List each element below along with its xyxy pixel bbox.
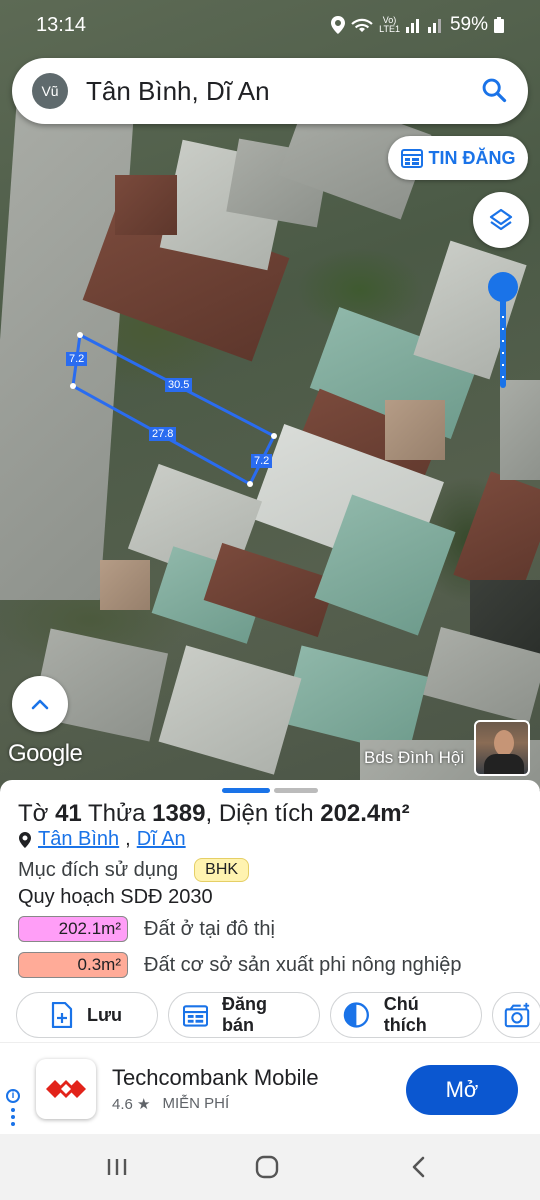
map-attribution: Bds Đình Hội bbox=[364, 748, 465, 767]
camera-button[interactable] bbox=[492, 992, 540, 1038]
search-icon[interactable] bbox=[480, 76, 508, 104]
signal-icon bbox=[405, 19, 419, 33]
search-query[interactable]: Tân Bình, Dĩ An bbox=[86, 76, 270, 107]
save-button[interactable]: Lưu bbox=[16, 992, 158, 1038]
battery-icon bbox=[494, 17, 504, 33]
legend-label: Chú thích bbox=[383, 994, 427, 1035]
parcel-vertex bbox=[271, 433, 277, 439]
parcel-title: Tờ 41 Thửa 1389, Diện tích 202.4m² bbox=[18, 800, 410, 828]
plan-label: Quy hoạch SDĐ 2030 bbox=[18, 886, 213, 908]
profile-thumbnail[interactable] bbox=[474, 720, 530, 776]
slider-tick bbox=[502, 340, 504, 342]
search-bar[interactable]: Vũ Tân Bình, Dĩ An bbox=[12, 58, 528, 124]
purpose-badge: BHK bbox=[194, 858, 250, 882]
techcombank-logo-icon bbox=[46, 1080, 86, 1098]
parcel-vertex bbox=[77, 332, 83, 338]
thua-value: 1389 bbox=[152, 800, 206, 827]
ward-link[interactable]: Tân Bình bbox=[38, 828, 119, 851]
zone-area: 202.1m² bbox=[18, 916, 128, 942]
layers-button[interactable] bbox=[473, 192, 529, 248]
add-photo-icon bbox=[504, 1002, 530, 1028]
recent-apps-icon[interactable] bbox=[102, 1152, 132, 1182]
area-value: 202.4m² bbox=[320, 800, 410, 827]
location-separator: , bbox=[125, 828, 131, 850]
parcel-vertex bbox=[247, 481, 253, 487]
post-sale-label: Đăng bán bbox=[222, 994, 268, 1035]
slider-tick bbox=[502, 364, 504, 366]
zone-row: 202.1m² Đất ở tại đô thị bbox=[18, 916, 275, 942]
thumb-body bbox=[484, 754, 524, 774]
tin-dang-button[interactable]: TIN ĐĂNG bbox=[388, 136, 528, 180]
app-meta: 4.6 ★ MIỄN PHÍ bbox=[112, 1095, 229, 1113]
parcel-vertex bbox=[70, 383, 76, 389]
area-label: , Diện tích bbox=[205, 800, 314, 827]
slider-track[interactable] bbox=[500, 298, 506, 388]
location-icon bbox=[331, 16, 346, 34]
save-label: Lưu bbox=[87, 1004, 123, 1025]
slider-tick bbox=[502, 328, 504, 330]
rating-value: 4.6 bbox=[112, 1096, 133, 1113]
home-icon[interactable] bbox=[252, 1152, 282, 1182]
thua-label: Thửa bbox=[88, 800, 146, 827]
zone-description: Đất cơ sở sản xuất phi nông nghiệp bbox=[144, 953, 462, 976]
system-nav-bar bbox=[0, 1134, 540, 1200]
app-rating: 4.6 ★ bbox=[112, 1095, 150, 1113]
volte-indicator: Vo) LTE1 bbox=[379, 15, 400, 34]
city-link[interactable]: Dĩ An bbox=[137, 828, 186, 851]
expand-button[interactable] bbox=[12, 676, 68, 732]
action-buttons: Lưu Đăng bán Chú thích bbox=[16, 992, 540, 1038]
open-app-button[interactable]: Mở bbox=[406, 1065, 518, 1115]
status-bar: 13:14 Vo) LTE1 59% bbox=[0, 0, 540, 52]
star-icon: ★ bbox=[137, 1096, 151, 1113]
to-label: Tờ bbox=[18, 800, 49, 827]
zone-row: 0.3m² Đất cơ sở sản xuất phi nông nghiệp bbox=[18, 952, 462, 978]
ad-info-icon[interactable]: i bbox=[6, 1089, 20, 1103]
battery-percent: 59% bbox=[449, 14, 488, 35]
parcel-polygon bbox=[71, 332, 277, 487]
app-price: MIỄN PHÍ bbox=[162, 1095, 230, 1112]
app-name[interactable]: Techcombank Mobile bbox=[112, 1065, 319, 1091]
parcel-edge-label: 7.2 bbox=[251, 454, 273, 468]
to-value: 41 bbox=[55, 800, 82, 827]
calendar-icon bbox=[183, 1005, 209, 1027]
purpose-label: Mục đích sử dụng bbox=[18, 858, 179, 881]
parcel-location: Tân Bình, Dĩ An bbox=[18, 828, 186, 851]
avatar[interactable]: Vũ bbox=[32, 73, 68, 109]
ad-dots-icon bbox=[11, 1108, 15, 1126]
app-logo[interactable] bbox=[36, 1059, 96, 1119]
add-file-icon bbox=[51, 1002, 73, 1028]
slider-tick bbox=[502, 316, 504, 318]
parcel-info-sheet[interactable]: Tờ 41 Thửa 1389, Diện tích 202.4m² Tân B… bbox=[0, 780, 540, 1042]
google-logo: Google bbox=[8, 740, 83, 767]
contrast-icon bbox=[343, 1002, 369, 1028]
back-icon[interactable] bbox=[404, 1152, 434, 1182]
listing-icon bbox=[400, 149, 423, 168]
opacity-slider[interactable] bbox=[488, 272, 518, 390]
status-time: 13:14 bbox=[36, 14, 87, 36]
wifi-icon bbox=[351, 18, 373, 32]
tin-dang-label: TIN ĐĂNG bbox=[428, 147, 516, 168]
signal-icon bbox=[427, 19, 441, 33]
sheet-handle[interactable] bbox=[274, 788, 318, 793]
thumb-head bbox=[494, 730, 514, 756]
zone-description: Đất ở tại đô thị bbox=[144, 917, 275, 940]
slider-knob[interactable] bbox=[488, 272, 518, 302]
legend-button[interactable]: Chú thích bbox=[330, 992, 482, 1038]
post-sale-button[interactable]: Đăng bán bbox=[168, 992, 320, 1038]
parcel-edge-label: 27.8 bbox=[149, 427, 177, 441]
sheet-handle[interactable] bbox=[222, 788, 270, 793]
slider-tick bbox=[502, 376, 504, 378]
ad-banner[interactable]: i Techcombank Mobile 4.6 ★ MIỄN PHÍ Mở bbox=[0, 1042, 540, 1134]
slider-tick bbox=[502, 352, 504, 354]
usage-purpose: Mục đích sử dụng BHK bbox=[18, 858, 250, 882]
layers-icon bbox=[489, 208, 513, 231]
parcel-edge-label: 30.5 bbox=[165, 378, 193, 392]
status-icons: Vo) LTE1 59% bbox=[331, 14, 504, 36]
parcel-edge-label: 7.2 bbox=[66, 352, 88, 366]
zone-area: 0.3m² bbox=[18, 952, 128, 978]
chevron-up-icon bbox=[31, 699, 49, 710]
location-pin-icon bbox=[19, 831, 31, 848]
